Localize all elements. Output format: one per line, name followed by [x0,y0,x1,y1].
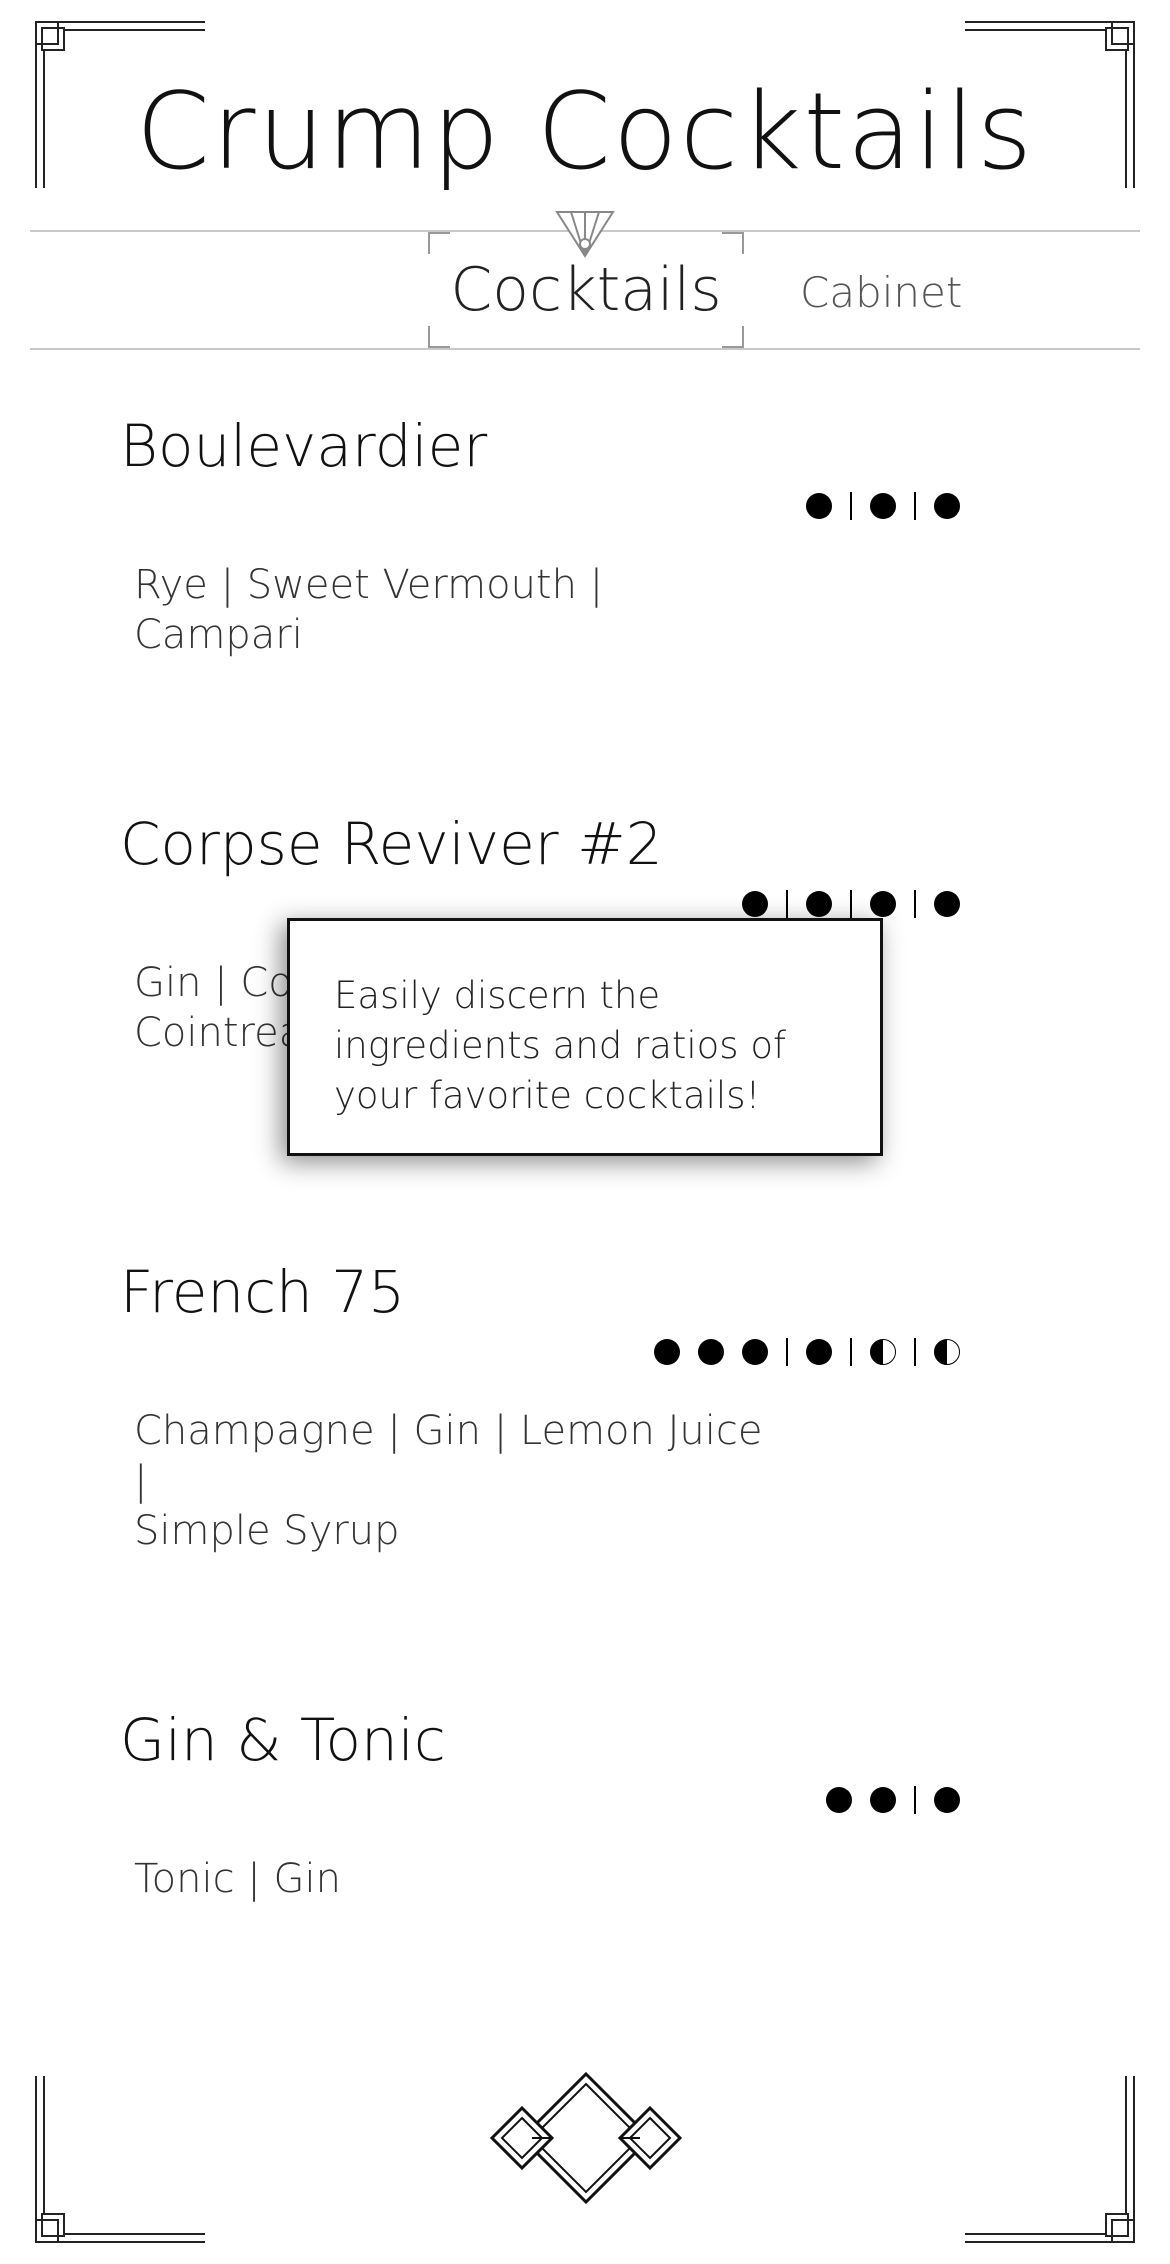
ratio-part [934,1787,960,1813]
corner-ornament-bottom-right-icon [965,2076,1135,2243]
ratio-part [870,891,896,917]
ratio-separator [850,890,852,918]
ratio-separator [914,890,916,918]
ratio-indicator [654,1338,960,1366]
ratio-part [934,493,960,519]
ratio-part [806,1339,832,1365]
cocktail-card-boulevardier[interactable]: Boulevardier Rye | Sweet Vermouth | Camp… [120,412,1040,658]
cocktail-name: Gin & Tonic [120,1706,446,1774]
onboarding-tooltip[interactable]: Easily discern the ingredients and ratio… [287,918,883,1156]
ratio-indicator [806,492,960,520]
ratio-separator [850,492,852,520]
ratio-part [870,493,896,519]
cocktail-ingredients: Rye | Sweet Vermouth | Campari [134,562,604,658]
cocktail-card-gin-tonic[interactable]: Gin & Tonic Tonic | Gin [120,1706,1040,1902]
ratio-part [654,1339,680,1365]
cocktail-name: Boulevardier [120,412,488,480]
tab-cocktails[interactable]: Cocktails [428,232,744,348]
ratio-half-part [870,1339,896,1365]
tab-cocktails-label: Cocktails [450,255,722,325]
tab-bracket-bottom-right [722,326,744,348]
cocktail-ingredients: Tonic | Gin [134,1856,341,1902]
tab-cabinet[interactable]: Cabinet [800,268,962,317]
ratio-indicator [826,1786,960,1814]
cocktail-card-french-75[interactable]: French 75 Champagne | Gin | Lemon Juice … [120,1258,1040,1554]
tab-bracket-top-right [722,232,744,254]
ratio-half-part [934,1339,960,1365]
ratio-separator [914,1338,916,1366]
cocktail-name: French 75 [120,1258,406,1326]
ratio-separator [914,1786,916,1814]
tab-bracket-top-left [428,232,450,254]
ratio-separator [786,890,788,918]
ratio-separator [914,492,916,520]
ratio-indicator [742,890,960,918]
tab-bracket-bottom-left [428,326,450,348]
cocktail-name: Corpse Reviver #2 [120,810,663,878]
ratio-separator [850,1338,852,1366]
ratio-separator [786,1338,788,1366]
cocktail-card-corpse-reviver[interactable]: Corpse Reviver #2 Gin | Co Cointrea [120,810,1040,1056]
corner-ornament-bottom-left-icon [35,2076,205,2243]
ratio-part [934,891,960,917]
ratio-part [806,891,832,917]
interlocking-diamonds-icon [489,2071,683,2205]
ratio-part [806,493,832,519]
ratio-part [870,1787,896,1813]
ratio-part [698,1339,724,1365]
nav-bottom-rule [30,348,1140,350]
ratio-part [742,891,768,917]
ingredients-line-1: Champagne | Gin | Lemon Juice | [134,1408,763,1504]
ratio-part [742,1339,768,1365]
ingredients-line-2: Simple Syrup [134,1508,400,1554]
cocktail-ingredients: Champagne | Gin | Lemon Juice | Simple S… [134,1406,774,1556]
ratio-part [826,1787,852,1813]
app-title: Crump Cocktails [135,70,1035,193]
